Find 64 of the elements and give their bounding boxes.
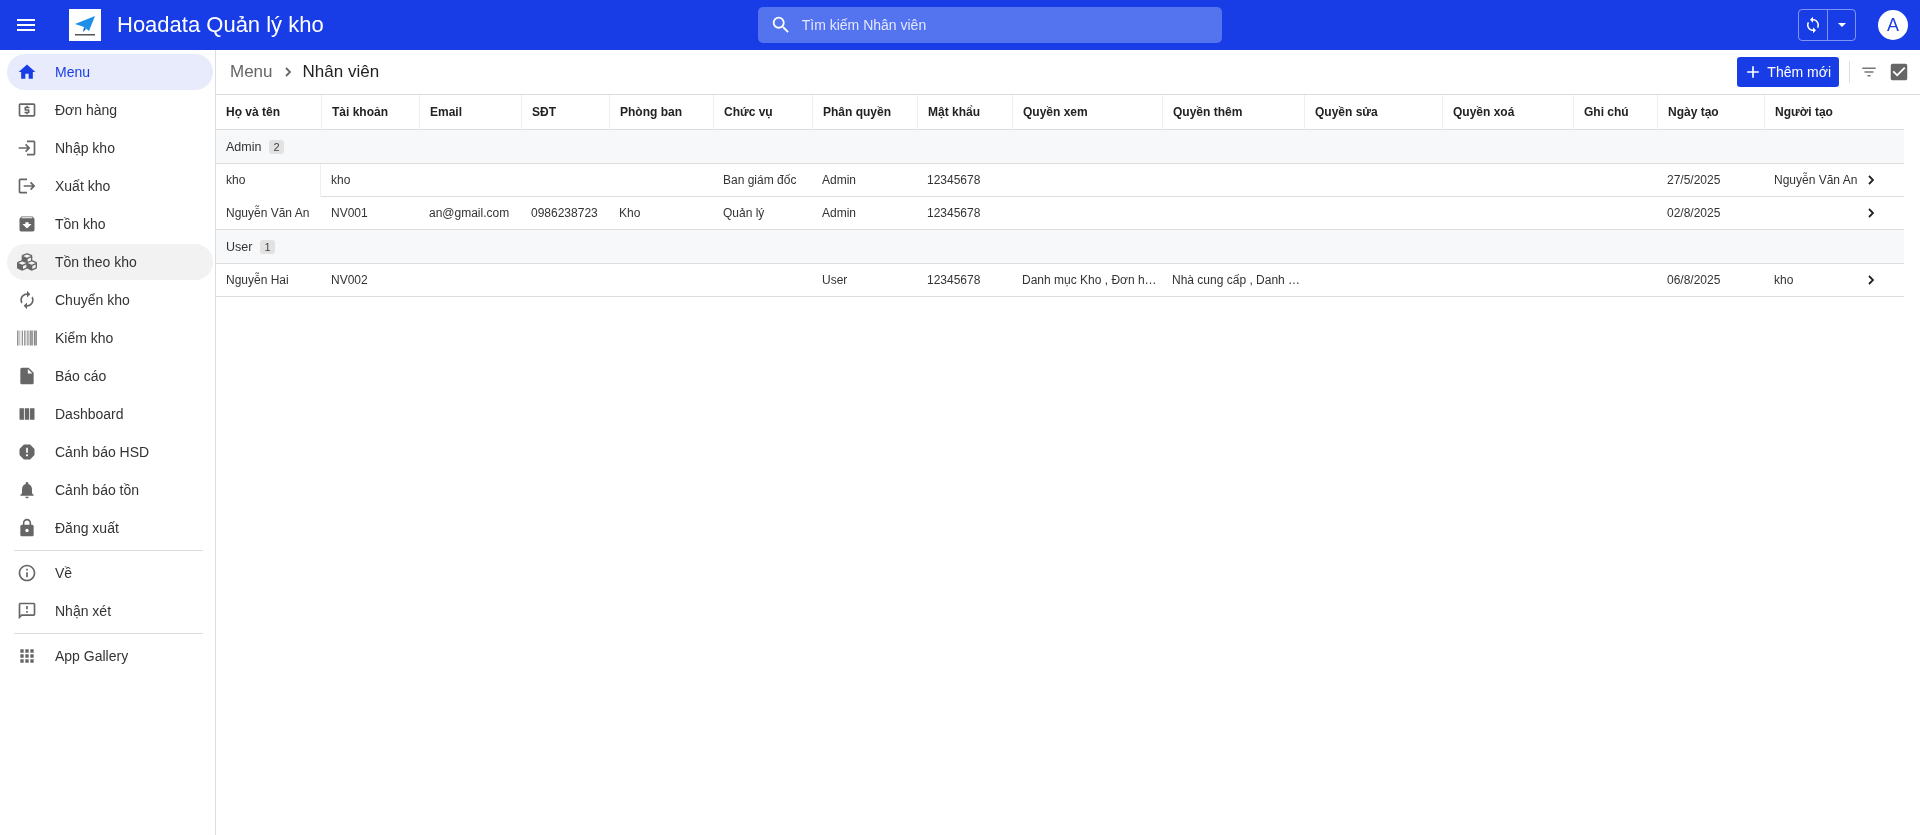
sidebar-item[interactable]: Chuyển kho <box>7 282 213 318</box>
sync-icon <box>1804 16 1822 34</box>
sidebar-item[interactable]: Xuất kho <box>7 168 213 204</box>
info-icon <box>17 563 37 583</box>
home-icon <box>17 62 37 82</box>
chevron-icon[interactable] <box>1868 275 1874 285</box>
table-cell: User <box>812 264 917 297</box>
table-cell: kho <box>1764 264 1864 297</box>
apps-grid-icon <box>17 646 37 666</box>
sidebar-item[interactable]: Tồn kho <box>7 206 213 242</box>
table-cell: 06/8/2025 <box>1657 264 1764 297</box>
table-cell: kho <box>321 164 419 197</box>
sidebar-item[interactable]: Về <box>7 555 213 591</box>
sidebar-item[interactable]: Đơn hàng <box>7 92 213 128</box>
table-cell: 27/5/2025 <box>1657 164 1764 197</box>
table-cell: Nhà cung cấp , Danh … <box>1162 264 1304 297</box>
breadcrumb-item[interactable]: Menu <box>230 62 273 82</box>
sign-in-icon <box>17 138 37 158</box>
table-cell: 12345678 <box>917 164 1012 197</box>
sidebar-item[interactable]: Nhập kho <box>7 130 213 166</box>
group-label: Admin <box>226 139 262 154</box>
app-title: Hoadata Quản lý kho <box>117 12 324 38</box>
caret-icon <box>1837 23 1846 27</box>
select-button[interactable] <box>1888 61 1910 83</box>
sidebar-item[interactable]: Báo cáo <box>7 358 213 394</box>
sign-out-icon <box>17 176 37 196</box>
cash-icon <box>17 100 37 120</box>
table-cell: NV002 <box>321 264 419 297</box>
archive-box-icon <box>17 214 37 234</box>
count-badge: 2 <box>269 139 284 154</box>
barcode-icon <box>17 328 37 348</box>
feedback-icon <box>17 601 37 621</box>
sidebar-item[interactable]: Kiểm kho <box>7 320 213 356</box>
refresh-icon <box>17 290 37 310</box>
add-button[interactable]: Thêm mới <box>1737 57 1839 87</box>
table-cell: Nguyễn Hai <box>216 264 321 297</box>
table-cell: Nguyễn Văn An <box>1764 164 1864 197</box>
sidebar-item[interactable]: Tồn theo kho <box>7 244 213 280</box>
sidebar-item[interactable]: Cảnh báo HSD <box>7 434 213 470</box>
chevron-icon[interactable] <box>1868 208 1874 218</box>
sidebar-item[interactable]: Cảnh báo tồn <box>7 472 213 508</box>
table-cell: Danh mục Kho , Đơn h… <box>1012 264 1162 297</box>
sidebar-item[interactable]: Nhận xét <box>7 593 213 629</box>
lock-icon <box>17 518 37 538</box>
chevron-icon <box>284 67 291 77</box>
bell-icon <box>17 480 37 500</box>
boxes-icon <box>17 252 37 272</box>
chevron-icon[interactable] <box>1868 175 1874 185</box>
breadcrumb-item: Nhân viên <box>302 62 380 82</box>
table-cell: Admin <box>812 164 917 197</box>
table-cell: 12345678 <box>917 264 1012 297</box>
sidebar-item[interactable]: Menu <box>7 54 213 90</box>
document-icon <box>17 366 37 386</box>
sidebar-item[interactable]: Đăng xuất <box>7 510 213 546</box>
group-label: User <box>226 239 253 254</box>
exclamation-icon <box>17 442 37 462</box>
table-cell: kho <box>216 164 321 197</box>
search-field[interactable]: Tìm kiếm Nhân viên <box>757 7 1222 43</box>
count-badge: 1 <box>260 239 275 254</box>
logo-icon <box>69 9 101 41</box>
sidebar-item[interactable]: Dashboard <box>7 396 213 432</box>
table-cell: Ban giám đốc <box>713 164 812 197</box>
sidebar-item[interactable]: App Gallery <box>7 638 213 674</box>
avatar[interactable]: A <box>1878 10 1908 40</box>
